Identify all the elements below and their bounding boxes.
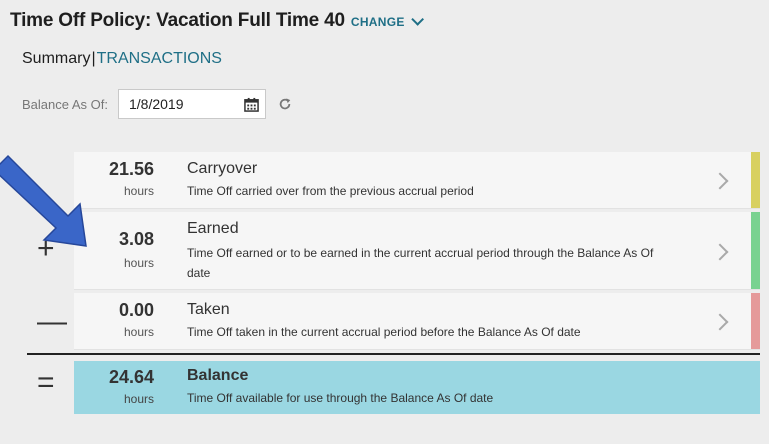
taken-unit: hours <box>123 325 154 339</box>
refresh-icon[interactable] <box>278 97 292 111</box>
carryover-description: Time Off carried over from the previous … <box>187 184 474 198</box>
page-title: Time Off Policy: Vacation Full Time 40 <box>10 10 345 31</box>
tab-transactions[interactable]: TRANSACTIONS <box>97 50 222 67</box>
balance-description: Time Off available for use through the B… <box>187 391 494 405</box>
earned-stripe <box>751 212 760 289</box>
earned-row[interactable]: 3.08 hours Earned Time Off earned or to … <box>74 212 760 290</box>
earned-label: Earned <box>187 220 239 237</box>
page-header: Time Off Policy: Vacation Full Time 40 C… <box>10 10 424 32</box>
earned-description-line1: Time Off earned or to be earned in the c… <box>187 246 654 260</box>
chevron-right-icon[interactable] <box>711 313 729 331</box>
balance-as-of-label: Balance As Of: <box>22 96 108 112</box>
tab-summary[interactable]: Summary <box>22 50 90 67</box>
chevron-right-icon[interactable] <box>711 243 729 261</box>
taken-label: Taken <box>187 301 230 318</box>
balance-as-of-row: Balance As Of: 1/8/2019 <box>22 89 292 119</box>
balance-row: 24.64 hours Balance Time Off available f… <box>74 361 760 414</box>
balance-label: Balance <box>187 367 249 384</box>
minus-sign: — <box>37 305 67 338</box>
taken-value: 0.00 <box>118 300 154 320</box>
earned-description-line2: date <box>187 266 211 280</box>
calendar-icon[interactable] <box>244 97 259 112</box>
chevron-down-icon[interactable] <box>410 13 424 26</box>
chevron-right-icon[interactable] <box>711 172 729 190</box>
subnav: Summary|TRANSACTIONS <box>22 50 222 68</box>
balance-date-field[interactable]: 1/8/2019 <box>118 89 266 119</box>
change-policy-link[interactable]: CHANGE <box>351 15 405 29</box>
taken-row[interactable]: 0.00 hours Taken Time Off taken in the c… <box>74 293 760 350</box>
taken-description: Time Off taken in the current accrual pe… <box>187 325 581 339</box>
balance-date-value[interactable]: 1/8/2019 <box>129 96 184 112</box>
carryover-label: Carryover <box>187 160 258 177</box>
totals-divider <box>27 353 760 355</box>
equals-sign: = <box>37 366 55 399</box>
carryover-stripe <box>751 152 760 208</box>
balance-value: 24.64 <box>108 367 154 387</box>
annotation-arrow-icon <box>0 154 87 247</box>
tab-separator: | <box>91 50 96 67</box>
taken-stripe <box>751 293 760 349</box>
carryover-row[interactable]: 21.56 hours Carryover Time Off carried o… <box>74 152 760 209</box>
balance-unit: hours <box>123 392 154 406</box>
